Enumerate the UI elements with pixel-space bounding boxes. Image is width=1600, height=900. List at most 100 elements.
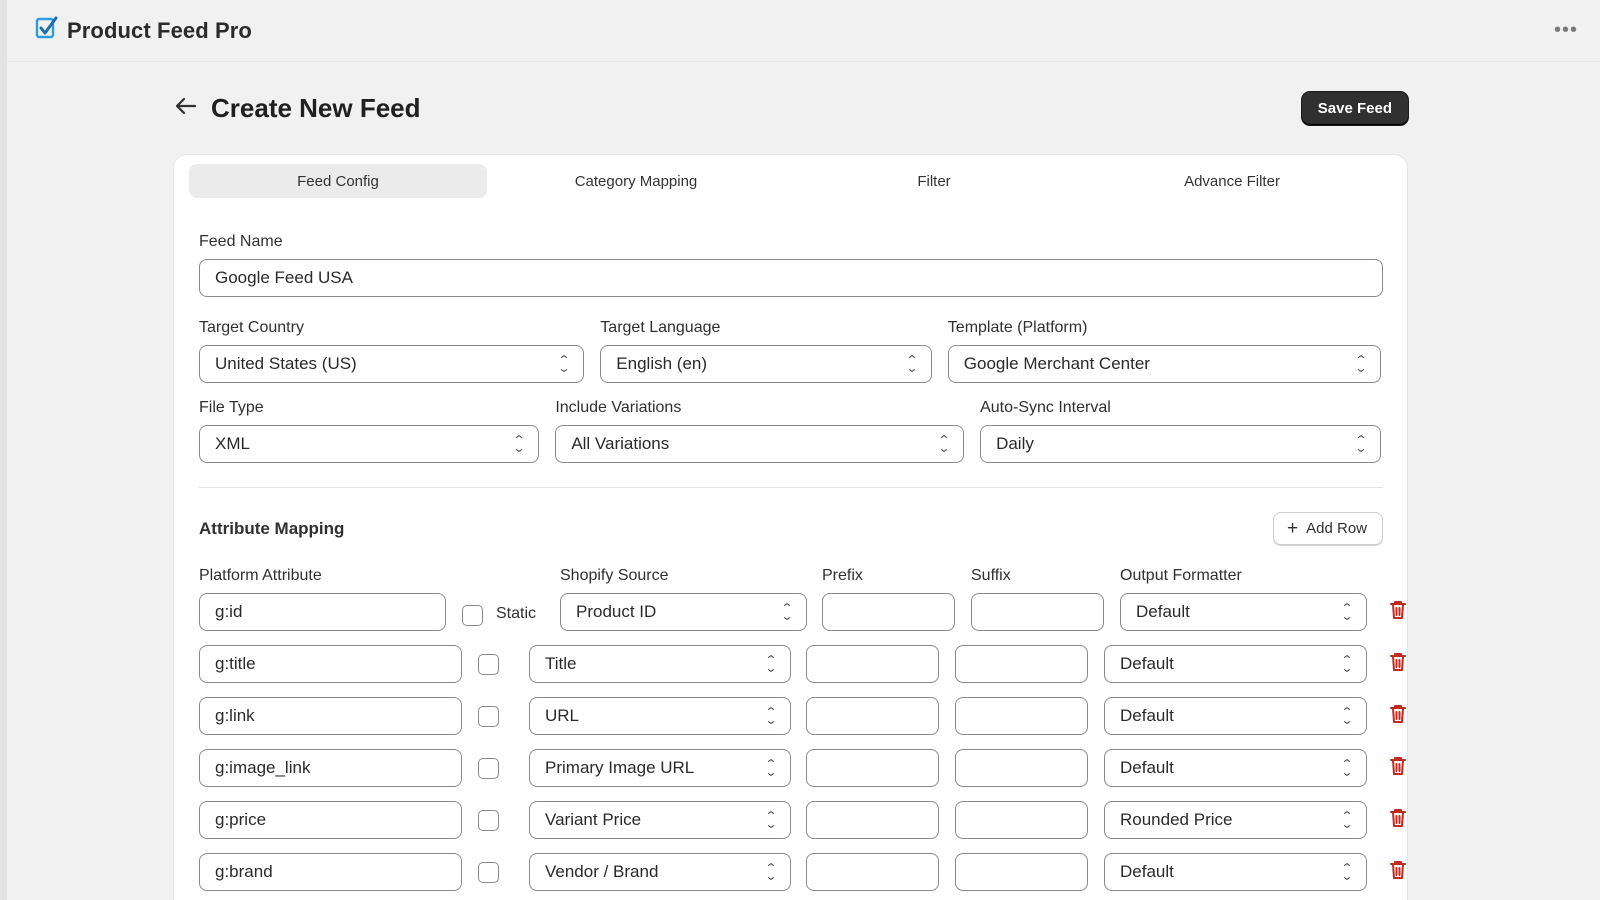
output-formatter-select[interactable]: Rounded Price ⌃ ⌄: [1104, 801, 1367, 839]
trash-icon[interactable]: [1389, 600, 1407, 625]
template-value: Google Merchant Center: [963, 354, 1150, 373]
target-language-value: English (en): [616, 354, 708, 373]
platform-attribute-input[interactable]: g:brand: [199, 853, 462, 891]
output-formatter-select[interactable]: Default ⌃ ⌄: [1104, 853, 1367, 891]
prefix-input[interactable]: [806, 749, 939, 787]
static-checkbox[interactable]: [462, 605, 483, 626]
auto-sync-select[interactable]: Daily ⌃ ⌄: [980, 425, 1382, 463]
select-chevron-icon: ⌃ ⌄: [905, 353, 919, 375]
include-variations-select[interactable]: All Variations ⌃ ⌄: [555, 425, 965, 463]
target-country-value: United States (US): [215, 354, 357, 373]
output-formatter-value: Default: [1120, 758, 1174, 777]
prefix-input[interactable]: [822, 593, 955, 631]
suffix-input[interactable]: [955, 853, 1088, 891]
select-chevron-icon: ⌃ ⌄: [1340, 705, 1354, 727]
select-chevron-icon: ⌃ ⌄: [764, 653, 778, 675]
output-formatter-value: Default: [1136, 602, 1190, 621]
select-chevron-icon: ⌃ ⌄: [1354, 433, 1368, 455]
suffix-input[interactable]: [971, 593, 1104, 631]
shopify-source-select[interactable]: Product ID ⌃ ⌄: [560, 593, 807, 631]
shopify-source-value: Primary Image URL: [545, 758, 695, 777]
select-chevron-icon: ⌃ ⌄: [512, 433, 526, 455]
static-checkbox[interactable]: [478, 706, 499, 727]
shopify-source-value: URL: [545, 706, 580, 725]
file-type-select[interactable]: XML ⌃ ⌄: [199, 425, 540, 463]
platform-attribute-input[interactable]: g:id: [199, 593, 446, 631]
shopify-source-select[interactable]: Primary Image URL ⌃ ⌄: [529, 749, 791, 787]
trash-icon[interactable]: [1389, 860, 1407, 885]
tab-advance-filter[interactable]: Advance Filter: [1083, 164, 1381, 198]
attribute-mapping-header: Attribute Mapping + Add Row: [199, 512, 1383, 545]
save-feed-button[interactable]: Save Feed: [1301, 91, 1408, 125]
static-checkbox[interactable]: [478, 810, 499, 831]
app-logo-icon: [34, 15, 60, 46]
page: Create New Feed Save Feed Feed Config Ca…: [167, 62, 1410, 900]
add-row-button[interactable]: + Add Row: [1273, 512, 1383, 545]
mapping-row: g:image_link Primary Image URL ⌃ ⌄ Defaul…: [199, 749, 1409, 801]
suffix-input[interactable]: [955, 801, 1088, 839]
output-formatter-value: Rounded Price: [1120, 810, 1233, 829]
col-prefix: Prefix: [822, 567, 863, 584]
suffix-input[interactable]: [955, 645, 1088, 683]
include-variations-value: All Variations: [571, 434, 670, 453]
shopify-source-select[interactable]: URL ⌃ ⌄: [529, 697, 791, 735]
prefix-input[interactable]: [806, 801, 939, 839]
static-checkbox[interactable]: [478, 862, 499, 883]
template-select[interactable]: Google Merchant Center ⌃ ⌄: [947, 345, 1381, 383]
app-window: Product Feed Pro ••• Create New Feed Sav…: [7, 0, 1600, 900]
target-country-select[interactable]: United States (US) ⌃ ⌄: [199, 345, 585, 383]
prefix-input[interactable]: [806, 697, 939, 735]
output-formatter-value: Default: [1120, 654, 1174, 673]
feed-config-form: Feed Name Google Feed USA Target Country…: [189, 198, 1406, 900]
trash-icon[interactable]: [1389, 704, 1407, 729]
output-formatter-select[interactable]: Default ⌃ ⌄: [1120, 593, 1367, 631]
select-chevron-icon: ⌃ ⌄: [937, 433, 951, 455]
select-chevron-icon: ⌃ ⌄: [1340, 601, 1354, 623]
prefix-input[interactable]: [806, 645, 939, 683]
back-arrow-icon[interactable]: [175, 96, 197, 120]
suffix-input[interactable]: [955, 697, 1088, 735]
top-bar: Product Feed Pro •••: [7, 0, 1600, 62]
select-chevron-icon: ⌃ ⌄: [1340, 653, 1354, 675]
prefix-input[interactable]: [806, 853, 939, 891]
page-header: Create New Feed Save Feed: [167, 62, 1410, 154]
mapping-rows: g:id Static Product ID ⌃ ⌄ Default ⌃ ⌄ g…: [199, 593, 1409, 900]
tab-bar: Feed Config Category Mapping Filter Adva…: [189, 164, 1381, 198]
shopify-source-value: Variant Price: [545, 810, 642, 829]
ellipsis-icon[interactable]: •••: [1554, 19, 1578, 42]
trash-icon[interactable]: [1389, 808, 1407, 833]
tab-filter[interactable]: Filter: [785, 164, 1083, 198]
tab-category-mapping[interactable]: Category Mapping: [487, 164, 785, 198]
output-formatter-select[interactable]: Default ⌃ ⌄: [1104, 697, 1367, 735]
shopify-source-select[interactable]: Variant Price ⌃ ⌄: [529, 801, 791, 839]
static-checkbox[interactable]: [478, 758, 499, 779]
target-language-select[interactable]: English (en) ⌃ ⌄: [600, 345, 932, 383]
attribute-mapping-title: Attribute Mapping: [199, 518, 345, 538]
platform-attribute-input[interactable]: g:link: [199, 697, 462, 735]
select-chevron-icon: ⌃ ⌄: [1340, 861, 1354, 883]
trash-icon[interactable]: [1389, 652, 1407, 677]
suffix-input[interactable]: [955, 749, 1088, 787]
target-language-label: Target Language: [600, 319, 721, 336]
mapping-column-headers: Platform Attribute Shopify Source Prefix…: [199, 567, 1383, 593]
output-formatter-value: Default: [1120, 862, 1174, 881]
shopify-source-select[interactable]: Title ⌃ ⌄: [529, 645, 791, 683]
output-formatter-select[interactable]: Default ⌃ ⌄: [1104, 645, 1367, 683]
shopify-source-select[interactable]: Vendor / Brand ⌃ ⌄: [529, 853, 791, 891]
add-row-label: Add Row: [1306, 520, 1367, 537]
platform-attribute-input[interactable]: g:title: [199, 645, 462, 683]
shopify-source-value: Product ID: [576, 602, 657, 621]
select-chevron-icon: ⌃ ⌄: [1340, 809, 1354, 831]
trash-icon[interactable]: [1389, 756, 1407, 781]
output-formatter-select[interactable]: Default ⌃ ⌄: [1104, 749, 1367, 787]
platform-attribute-input[interactable]: g:price: [199, 801, 462, 839]
static-checkbox[interactable]: [478, 654, 499, 675]
feed-name-input[interactable]: Google Feed USA: [199, 259, 1383, 297]
tab-feed-config[interactable]: Feed Config: [189, 164, 487, 198]
select-chevron-icon: ⌃ ⌄: [764, 757, 778, 779]
select-chevron-icon: ⌃ ⌄: [764, 861, 778, 883]
page-title: Create New Feed: [211, 92, 421, 123]
platform-attribute-input[interactable]: g:image_link: [199, 749, 462, 787]
static-label: Static: [496, 605, 537, 622]
mapping-row: g:brand Vendor / Brand ⌃ ⌄ Default ⌃ ⌄: [199, 853, 1409, 900]
